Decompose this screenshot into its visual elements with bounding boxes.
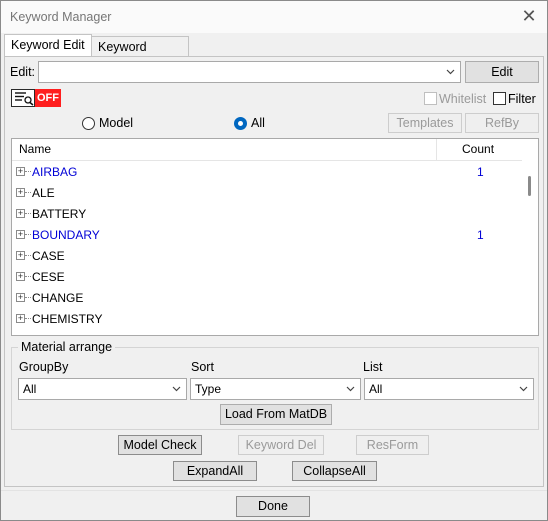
material-arrange-group: Material arrange GroupBy Sort List All T… (11, 340, 539, 430)
expand-plus-icon[interactable]: + (16, 209, 25, 218)
tree-connector (25, 276, 31, 277)
footer-divider (1, 490, 547, 491)
done-button[interactable]: Done (236, 496, 310, 517)
tree-row[interactable]: + ALE (12, 183, 522, 204)
edit-combobox[interactable] (38, 61, 461, 83)
expand-plus-icon[interactable]: + (16, 167, 25, 176)
keyword-manager-window: Keyword Manager ✕ Keyword Edit Keyword S… (0, 0, 548, 521)
tree-connector (25, 213, 31, 214)
chevron-down-icon (519, 386, 528, 392)
load-from-matdb-button[interactable]: Load From MatDB (220, 404, 332, 425)
list-label: List (363, 360, 383, 374)
expand-plus-icon[interactable]: + (16, 293, 25, 302)
filter-state-badge[interactable]: OFF (35, 89, 61, 107)
expand-plus-icon[interactable]: + (16, 230, 25, 239)
groupby-value: All (23, 382, 37, 396)
edit-button[interactable]: Edit (465, 61, 539, 83)
chevron-down-icon (346, 386, 355, 392)
expand-plus-icon[interactable]: + (16, 272, 25, 281)
title-bar: Keyword Manager ✕ (1, 1, 547, 33)
tree-connector (25, 171, 31, 172)
expand-plus-icon[interactable]: + (16, 188, 25, 197)
scrollbar-thumb[interactable] (528, 176, 531, 196)
sort-value: Type (195, 382, 222, 396)
whitelist-label: Whitelist (439, 92, 487, 106)
filter-checkbox[interactable] (493, 92, 506, 105)
tree-connector (25, 318, 31, 319)
tree-row[interactable]: + CASE (12, 246, 522, 267)
chevron-down-icon (446, 69, 455, 75)
tree-row[interactable]: + CHANGE (12, 288, 522, 309)
edit-label: Edit: (10, 65, 36, 79)
keyword-name: CESE (32, 270, 65, 284)
keyword-count: 1 (477, 165, 484, 179)
tree-header: Name Count (12, 139, 524, 161)
tree-connector (25, 297, 31, 298)
filter-label: Filter (508, 92, 536, 106)
keyword-count: 1 (477, 228, 484, 242)
column-name-header[interactable]: Name (12, 139, 437, 161)
refby-button[interactable]: RefBy (465, 113, 539, 133)
list-value: All (369, 382, 383, 396)
keyword-name: CHANGE (32, 291, 84, 305)
chevron-down-icon (172, 386, 181, 392)
keyword-name: ALE (32, 186, 55, 200)
model-radio[interactable] (82, 117, 95, 130)
groupby-select[interactable]: All (18, 378, 187, 400)
filter-list-icon[interactable] (11, 89, 35, 107)
model-check-button[interactable]: Model Check (118, 435, 202, 455)
groupby-label: GroupBy (19, 360, 69, 374)
expand-plus-icon[interactable]: + (16, 251, 25, 260)
tree-connector (25, 234, 31, 235)
resform-button[interactable]: ResForm (356, 435, 429, 455)
tree-row[interactable]: + CESE (12, 267, 522, 288)
collapse-all-button[interactable]: CollapseAll (292, 461, 377, 481)
keyword-name: CHEMISTRY (32, 312, 103, 326)
model-radio-label: Model (99, 116, 134, 130)
tab-keyword-edit[interactable]: Keyword Edit (4, 34, 92, 57)
sort-select[interactable]: Type (190, 378, 361, 400)
tree-row[interactable]: + BATTERY (12, 204, 522, 225)
tree-row[interactable]: + BOUNDARY 1 (12, 225, 522, 246)
tree-scrollbar[interactable] (522, 139, 538, 335)
all-radio-label: All (251, 116, 265, 130)
tree-connector (25, 255, 31, 256)
keyword-tree[interactable]: Name Count + AIRBAG 1 + ALE + BATTERY + BOUNDARY… (11, 138, 539, 336)
keyword-name: BOUNDARY (32, 228, 100, 242)
window-title: Keyword Manager (10, 10, 112, 24)
expand-plus-icon[interactable]: + (16, 314, 25, 323)
tree-row[interactable]: + AIRBAG 1 (12, 162, 522, 183)
column-count-header[interactable]: Count (438, 139, 524, 161)
list-select[interactable]: All (364, 378, 534, 400)
whitelist-checkbox[interactable] (424, 92, 437, 105)
all-radio[interactable] (234, 117, 247, 130)
keyword-name: CASE (32, 249, 65, 263)
keyword-name: AIRBAG (32, 165, 78, 179)
tree-connector (25, 192, 31, 193)
keyword-edit-panel: Edit: Edit OFF Whitelist Filter Model Al… (4, 56, 544, 487)
material-arrange-title: Material arrange (18, 340, 116, 354)
close-icon[interactable]: ✕ (521, 7, 537, 25)
tree-row[interactable]: + CHEMISTRY (12, 309, 522, 330)
expand-all-button[interactable]: ExpandAll (173, 461, 257, 481)
keyword-name: BATTERY (32, 207, 87, 221)
sort-label: Sort (191, 360, 214, 374)
tab-keyword-search[interactable]: Keyword Search (91, 36, 189, 74)
keyword-del-button[interactable]: Keyword Del (238, 435, 324, 455)
templates-button[interactable]: Templates (388, 113, 462, 133)
